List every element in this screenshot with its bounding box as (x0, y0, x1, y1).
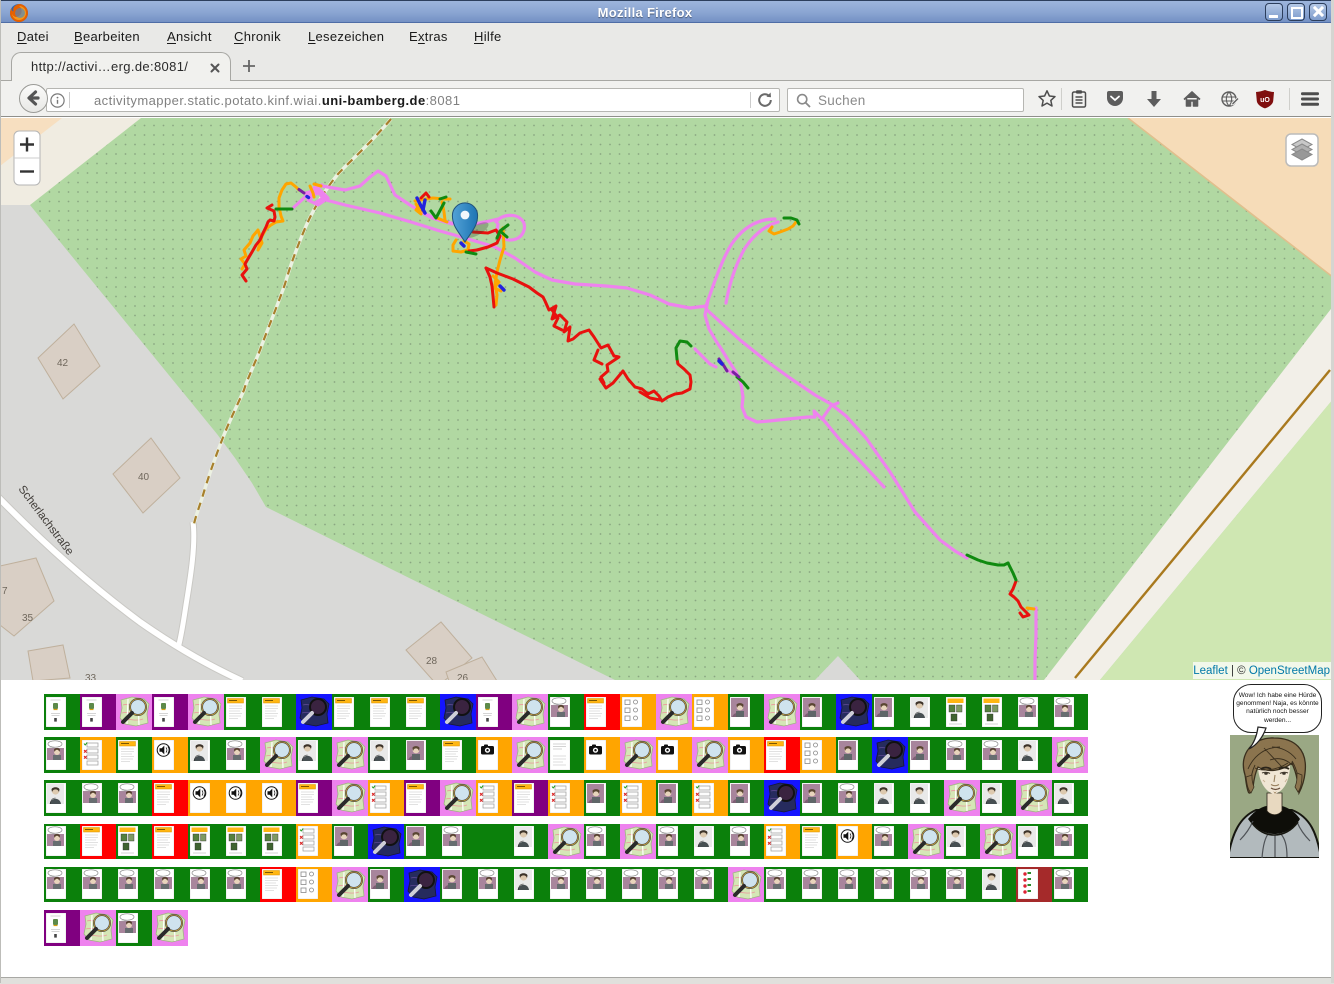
svg-text:uO: uO (1260, 97, 1270, 104)
svg-text:26: 26 (457, 673, 469, 680)
svg-text:7: 7 (2, 586, 8, 597)
svg-text:33: 33 (85, 673, 97, 680)
svg-text:Leaflet | © OpenStreetMap: Leaflet | © OpenStreetMap (1193, 665, 1330, 677)
svg-text:35: 35 (22, 613, 34, 624)
svg-text:42: 42 (57, 358, 69, 369)
svg-text:40: 40 (138, 472, 150, 483)
svg-text:28: 28 (426, 656, 438, 667)
